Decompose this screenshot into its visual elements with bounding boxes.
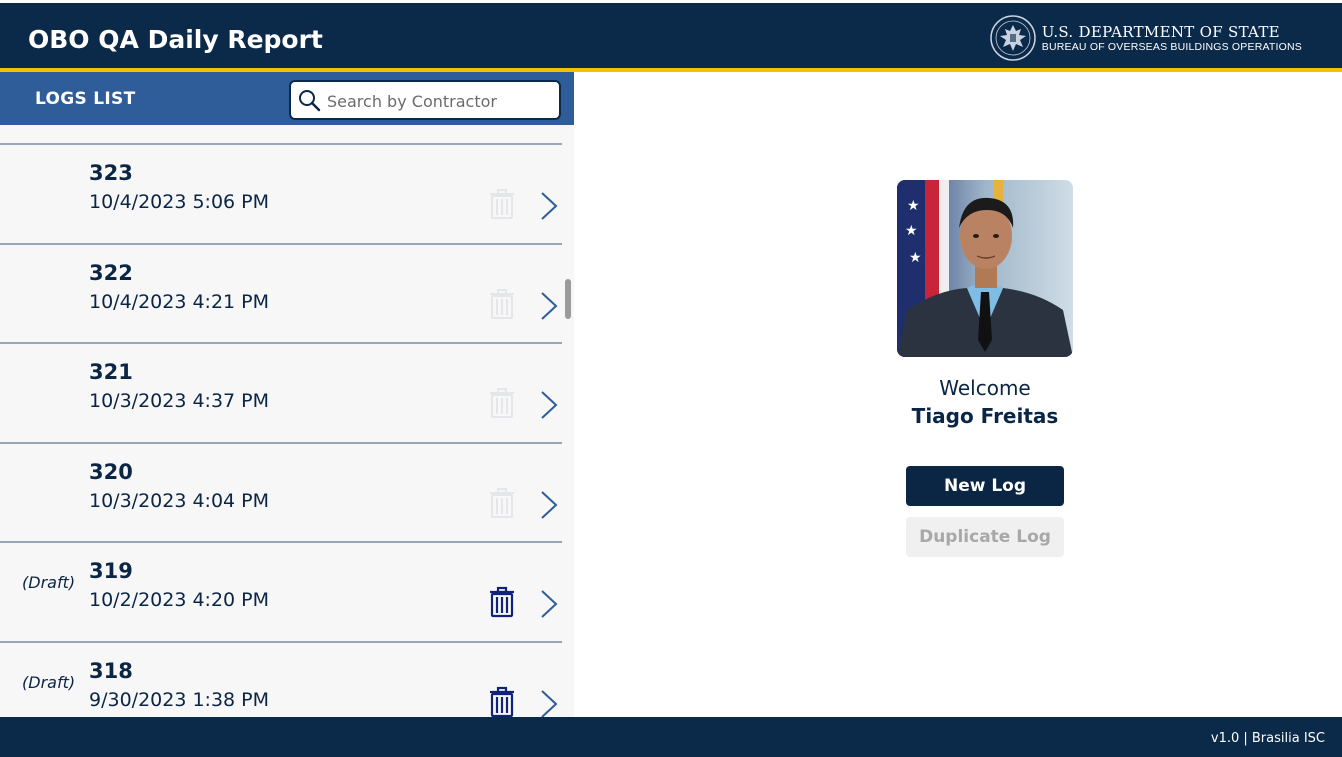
department-seal-icon — [990, 15, 1036, 61]
log-list-item[interactable]: (Draft) 318 9/30/2023 1:38 PM — [0, 640, 562, 718]
chevron-right-icon[interactable] — [538, 489, 560, 521]
app-footer: v1.0 | Brasilia ISC — [0, 717, 1342, 757]
bureau-name: BUREAU OF OVERSEAS BUILDINGS OPERATIONS — [1041, 41, 1302, 53]
chevron-right-icon[interactable] — [538, 190, 560, 222]
trash-icon — [490, 189, 514, 219]
logs-toolbar: LOGS LIST — [0, 72, 574, 125]
svg-text:★: ★ — [907, 198, 920, 214]
log-date: 10/4/2023 4:21 PM — [89, 290, 270, 313]
svg-text:★: ★ — [905, 223, 918, 239]
user-avatar: ★ ★ ★ — [897, 180, 1073, 357]
new-log-button[interactable]: New Log — [906, 466, 1064, 506]
log-list-item[interactable]: (Draft) 319 10/2/2023 4:20 PM — [0, 541, 562, 641]
user-name: Tiago Freitas — [911, 404, 1059, 428]
duplicate-log-button[interactable]: Duplicate Log — [906, 517, 1064, 557]
log-number: 323 — [89, 161, 133, 185]
log-list-item[interactable]: 322 10/4/2023 4:21 PM — [0, 242, 562, 343]
department-logo: U.S. DEPARTMENT OF STATE BUREAU OF OVERS… — [990, 13, 1302, 63]
chevron-right-icon[interactable] — [538, 389, 560, 421]
trash-icon — [490, 487, 514, 518]
log-date: 10/3/2023 4:37 PM — [89, 390, 270, 412]
list-scrollbar-thumb[interactable] — [565, 279, 571, 319]
draft-label: (Draft) — [22, 672, 76, 692]
log-number: 320 — [89, 459, 133, 484]
svg-text:★: ★ — [909, 250, 922, 266]
trash-icon[interactable] — [489, 686, 515, 718]
search-box[interactable] — [289, 80, 561, 120]
logs-list-title: LOGS LIST — [35, 89, 136, 109]
log-list: 323 10/4/2023 5:06 PM 322 10/4/2023 4:21… — [0, 143, 562, 717]
chevron-right-icon[interactable] — [538, 290, 560, 322]
trash-icon — [490, 388, 514, 418]
department-name: U.S. DEPARTMENT OF STATE — [1041, 23, 1280, 41]
app-header: OBO QA Daily Report U.S. DEPARTMENT OF S… — [0, 0, 1342, 68]
chevron-right-icon[interactable] — [538, 688, 560, 718]
search-input[interactable] — [327, 88, 551, 114]
log-number: 321 — [89, 360, 133, 384]
version-info: v1.0 | Brasilia ISC — [1210, 731, 1325, 746]
log-list-item[interactable]: 323 10/4/2023 5:06 PM — [0, 143, 562, 243]
trash-icon[interactable] — [489, 586, 515, 618]
log-list-item[interactable]: 320 10/3/2023 4:04 PM — [0, 441, 562, 542]
app-title: OBO QA Daily Report — [28, 25, 323, 54]
log-list-item[interactable]: 321 10/3/2023 4:37 PM — [0, 342, 562, 442]
chevron-right-icon[interactable] — [538, 588, 560, 620]
log-date: 10/4/2023 5:06 PM — [89, 191, 270, 213]
log-number: 318 — [89, 658, 133, 683]
log-date: 10/2/2023 4:20 PM — [89, 589, 270, 611]
draft-label: (Draft) — [22, 573, 76, 592]
log-number: 319 — [89, 559, 133, 583]
logs-panel: LOGS LIST 323 10/4/2023 5:06 PM — [0, 72, 574, 717]
log-date: 9/30/2023 1:38 PM — [89, 688, 270, 711]
log-number: 322 — [89, 260, 133, 285]
trash-icon — [490, 288, 514, 319]
log-date: 10/3/2023 4:04 PM — [89, 489, 270, 512]
search-icon — [299, 90, 321, 112]
welcome-greeting: Welcome — [939, 376, 1031, 400]
